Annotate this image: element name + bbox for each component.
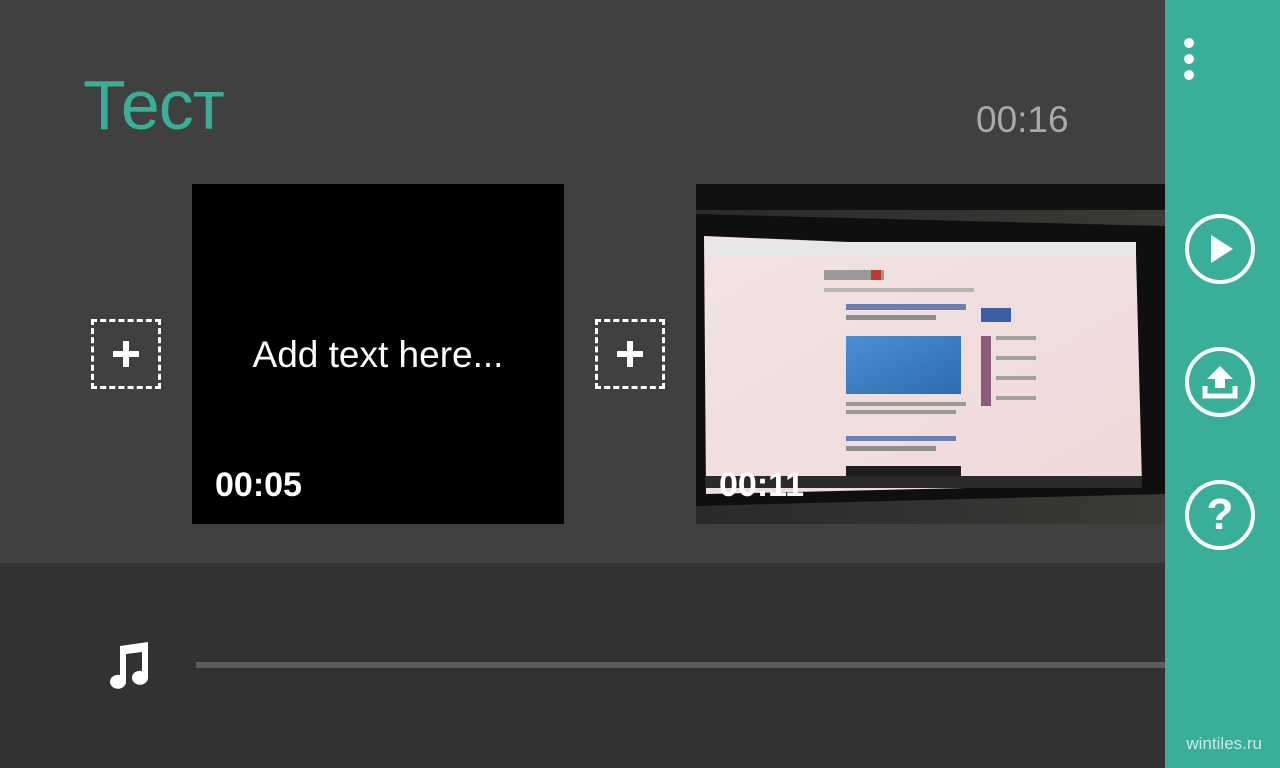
more-vertical-icon[interactable]: [1177, 34, 1201, 84]
project-title[interactable]: Тест: [83, 62, 225, 148]
audio-track[interactable]: [196, 662, 1165, 668]
play-icon: [1211, 235, 1233, 263]
video-clip[interactable]: 00:11: [696, 184, 1165, 524]
plus-icon: [617, 341, 643, 367]
add-clip-button[interactable]: [91, 319, 161, 389]
play-button[interactable]: [1185, 214, 1255, 284]
help-button[interactable]: ?: [1185, 480, 1255, 550]
clip-duration: 00:11: [719, 466, 805, 504]
watermark: wintiles.ru: [1186, 734, 1262, 753]
upload-icon: [1202, 366, 1238, 399]
plus-icon: [113, 341, 139, 367]
total-duration: 00:16: [976, 99, 1069, 140]
help-icon: ?: [1206, 490, 1234, 539]
music-note-icon[interactable]: [104, 640, 152, 692]
add-clip-button[interactable]: [595, 319, 665, 389]
clip-caption[interactable]: Add text here...: [192, 334, 564, 376]
clip-duration: 00:05: [215, 466, 302, 504]
share-button[interactable]: [1185, 347, 1255, 417]
text-clip[interactable]: Add text here... 00:05: [192, 184, 564, 524]
